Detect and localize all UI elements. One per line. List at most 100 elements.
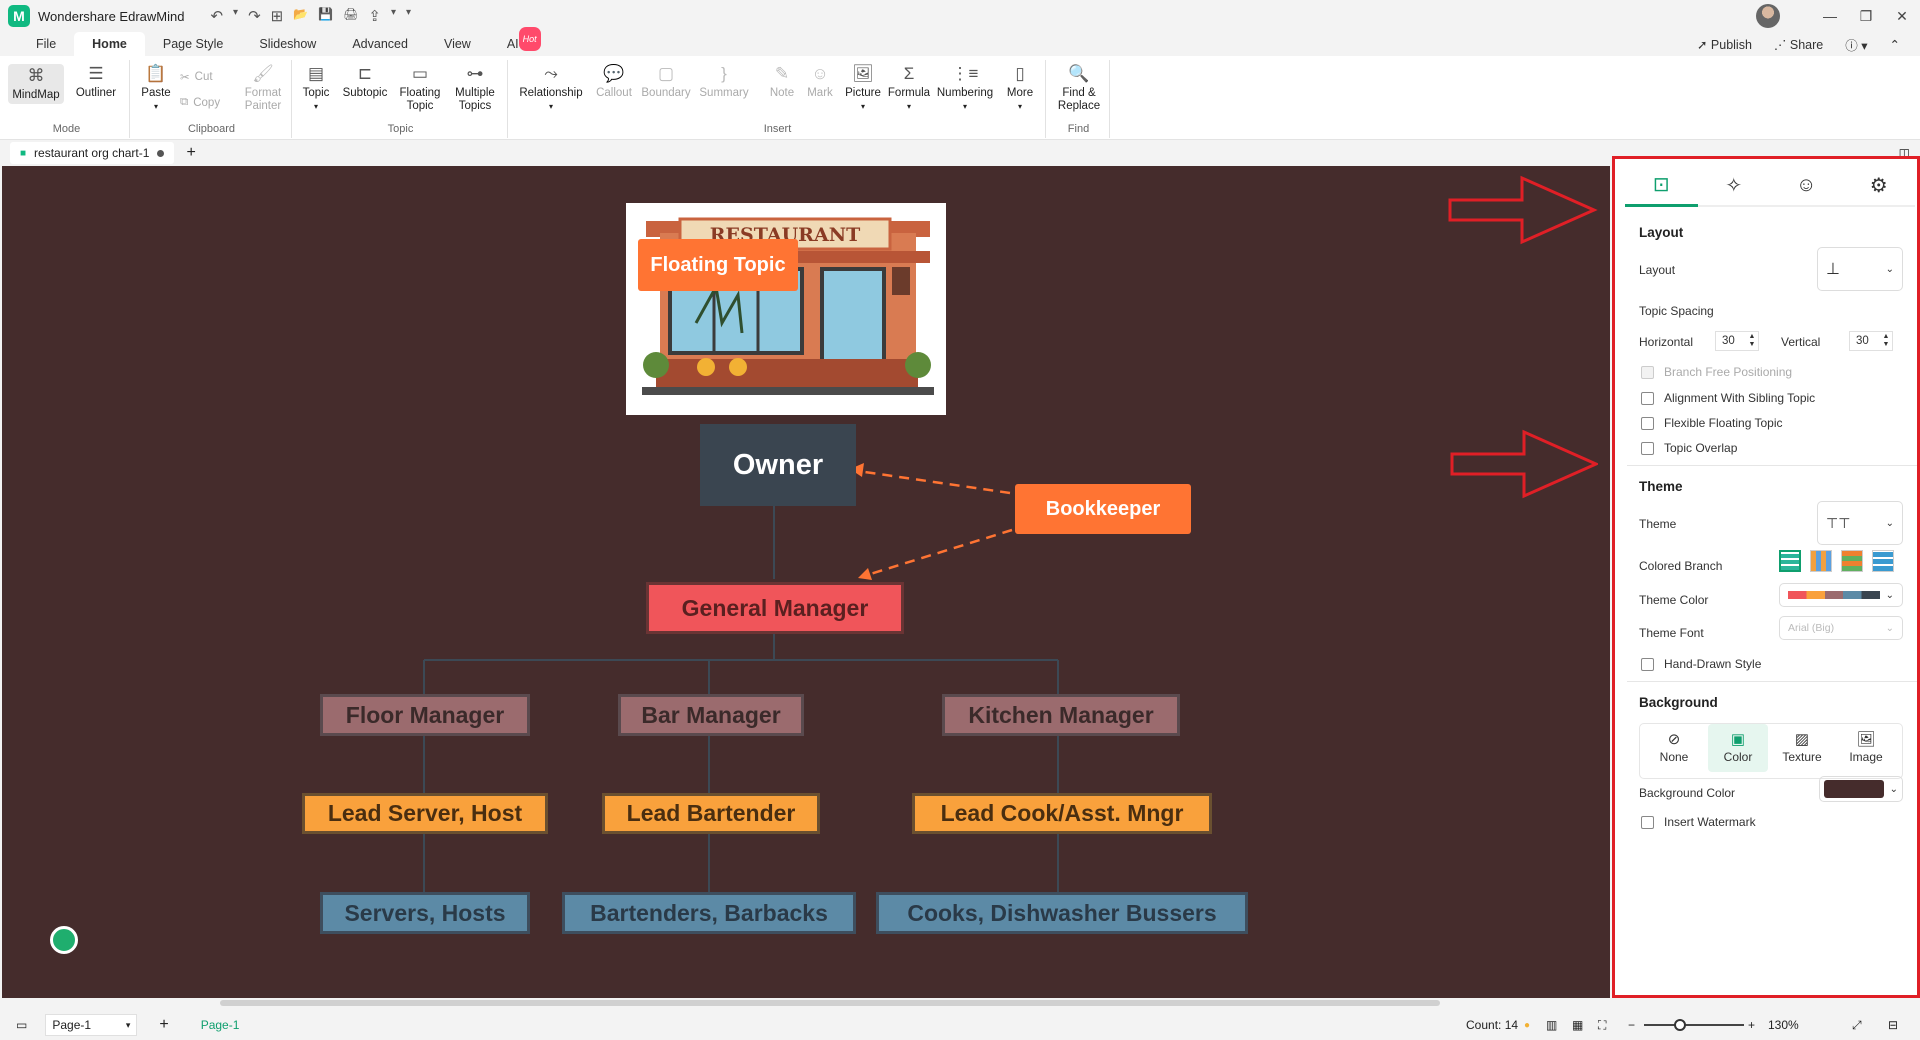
collapse-ribbon-icon[interactable]: ⌃ bbox=[1890, 37, 1900, 52]
customize-icon[interactable]: ▾ bbox=[406, 7, 411, 25]
stepper-arrows-icon[interactable]: ▲ ▼ bbox=[1880, 333, 1892, 349]
branch-option-2[interactable] bbox=[1810, 550, 1832, 572]
tab-page-style[interactable]: Page Style bbox=[145, 32, 241, 56]
restore-icon[interactable]: ❐ bbox=[1848, 8, 1884, 25]
format-painter-button[interactable]: 🖌 Format Painter bbox=[240, 64, 286, 113]
page-tab[interactable]: Page-1 bbox=[201, 1018, 240, 1032]
summary-button[interactable]: } Summary bbox=[696, 64, 752, 100]
note-button[interactable]: ✎ Note bbox=[764, 64, 800, 100]
redo-icon[interactable]: ↷ bbox=[248, 7, 261, 25]
zoom-in-button[interactable]: + bbox=[1748, 1018, 1755, 1032]
branch-free-checkbox[interactable]: Branch Free Positioning bbox=[1641, 365, 1792, 379]
page-select[interactable]: Page-1 ▾ bbox=[45, 1014, 138, 1036]
fit-view-icon[interactable]: ⛶ bbox=[1598, 1018, 1606, 1033]
help-button[interactable]: ⓘ ?▾ bbox=[1845, 35, 1867, 54]
share-button[interactable]: ⋰ Share bbox=[1774, 37, 1823, 52]
floating-topic-button[interactable]: ▭ Floating Topic bbox=[396, 64, 444, 113]
callout-button[interactable]: 💬 Callout bbox=[592, 64, 636, 100]
bg-color-option[interactable]: ▣ Color bbox=[1708, 724, 1768, 772]
open-icon[interactable]: 📂 bbox=[293, 7, 308, 25]
stepper-arrows-icon[interactable]: ▲ ▼ bbox=[1746, 333, 1758, 349]
branch-option-3[interactable] bbox=[1841, 550, 1863, 572]
mindmap-button[interactable]: ⌘ MindMap bbox=[8, 64, 64, 104]
publish-button[interactable]: ➚ Publish bbox=[1697, 37, 1752, 52]
bg-texture-option[interactable]: ▨ Texture bbox=[1772, 724, 1832, 772]
lead-cook-node[interactable]: Lead Cook/Asst. Mngr bbox=[912, 793, 1212, 834]
lead-server-node[interactable]: Lead Server, Host bbox=[302, 793, 548, 834]
horizontal-scrollbar[interactable] bbox=[220, 1000, 1440, 1006]
document-tab[interactable]: ■ restaurant org chart-1 bbox=[10, 142, 175, 164]
user-avatar[interactable] bbox=[1756, 4, 1780, 28]
watermark-checkbox[interactable]: Insert Watermark bbox=[1641, 815, 1756, 829]
export-icon[interactable]: ⇪ bbox=[368, 7, 381, 25]
view-mode-2-icon[interactable]: ▦ bbox=[1572, 1018, 1583, 1032]
tab-slideshow[interactable]: Slideshow bbox=[241, 32, 334, 56]
bg-none-option[interactable]: ⊘ None bbox=[1644, 724, 1704, 772]
tab-view[interactable]: View bbox=[426, 32, 489, 56]
add-page-button[interactable]: + bbox=[159, 1016, 168, 1034]
settings-tab-icon[interactable]: ⚙ bbox=[1842, 165, 1915, 207]
branch-option-4[interactable] bbox=[1872, 550, 1894, 572]
export-dropdown-icon[interactable]: ▾ bbox=[391, 7, 396, 25]
paste-button[interactable]: 📋 Paste ▾ bbox=[138, 64, 174, 113]
theme-color-dropdown[interactable]: ⌄ bbox=[1779, 583, 1903, 607]
horizontal-spacing-input[interactable]: 30 ▲ ▼ bbox=[1715, 331, 1759, 351]
tab-file[interactable]: File bbox=[18, 32, 74, 56]
floating-topic-node[interactable]: Floating Topic bbox=[638, 239, 798, 291]
cut-button[interactable]: ✂ Cut bbox=[180, 70, 213, 84]
copy-button[interactable]: ⧉ Copy bbox=[180, 96, 220, 109]
vertical-spacing-input[interactable]: 30 ▲ ▼ bbox=[1849, 331, 1893, 351]
lead-bartender-node[interactable]: Lead Bartender bbox=[602, 793, 820, 834]
close-icon[interactable]: ✕ bbox=[1884, 8, 1920, 25]
assistant-bot-icon[interactable] bbox=[50, 926, 78, 954]
subtopic-button[interactable]: ⊏ Subtopic bbox=[340, 64, 390, 100]
mark-button[interactable]: ☺ Mark bbox=[802, 64, 838, 100]
zoom-out-button[interactable]: − bbox=[1628, 1018, 1635, 1032]
topic-overlap-checkbox[interactable]: Topic Overlap bbox=[1641, 441, 1737, 455]
save-icon[interactable]: 💾 bbox=[318, 7, 333, 25]
bookkeeper-node[interactable]: Bookkeeper bbox=[1015, 484, 1191, 534]
zoom-slider-thumb[interactable] bbox=[1674, 1019, 1686, 1031]
view-mode-1-icon[interactable]: ▥ bbox=[1546, 1018, 1557, 1032]
tab-ai[interactable]: AI Hot bbox=[489, 27, 559, 56]
alignment-checkbox[interactable]: Alignment With Sibling Topic bbox=[1641, 391, 1815, 405]
undo-dropdown-icon[interactable]: ▾ bbox=[233, 7, 238, 25]
mark-tab-icon[interactable]: ☺ bbox=[1770, 165, 1843, 207]
branch-option-1[interactable] bbox=[1779, 550, 1801, 572]
zoom-slider[interactable] bbox=[1644, 1019, 1744, 1031]
new-icon[interactable]: ⊞ bbox=[271, 7, 284, 25]
restaurant-image[interactable]: RESTAURANT bbox=[626, 203, 946, 415]
panel-layout-icon[interactable]: ⊟ bbox=[1888, 1018, 1898, 1032]
print-icon[interactable]: 🖨 bbox=[343, 7, 358, 25]
find-replace-button[interactable]: 🔍 Find & Replace bbox=[1054, 64, 1104, 113]
minimize-icon[interactable]: — bbox=[1812, 8, 1848, 24]
multiple-topics-button[interactable]: ⊶ Multiple Topics bbox=[448, 64, 502, 113]
outliner-button[interactable]: ☰ Outliner bbox=[70, 64, 122, 100]
layout-dropdown[interactable]: ⊥ ⌄ bbox=[1817, 247, 1903, 291]
relationship-button[interactable]: ⤳ Relationship ▾ bbox=[514, 64, 588, 113]
bartenders-node[interactable]: Bartenders, Barbacks bbox=[562, 892, 856, 934]
theme-dropdown[interactable]: ⊤⊤ ⌄ bbox=[1817, 501, 1903, 545]
undo-icon[interactable]: ↶ bbox=[210, 7, 223, 25]
owner-node[interactable]: Owner bbox=[700, 424, 856, 506]
style-tab-icon[interactable]: ✧ bbox=[1697, 165, 1770, 207]
cooks-node[interactable]: Cooks, Dishwasher Bussers bbox=[876, 892, 1248, 934]
picture-button[interactable]: 🖼 Picture ▾ bbox=[842, 64, 884, 113]
zoom-level[interactable]: 130% bbox=[1768, 1018, 1799, 1032]
background-color-picker[interactable]: ⌄ bbox=[1819, 776, 1903, 802]
kitchen-manager-node[interactable]: Kitchen Manager bbox=[942, 694, 1180, 736]
boundary-button[interactable]: ▢ Boundary bbox=[638, 64, 694, 100]
general-manager-node[interactable]: General Manager bbox=[646, 582, 904, 634]
numbering-button[interactable]: ⋮≡ Numbering ▾ bbox=[934, 64, 996, 113]
add-document-button[interactable]: + bbox=[186, 144, 195, 162]
flexible-floating-checkbox[interactable]: Flexible Floating Topic bbox=[1641, 416, 1783, 430]
tab-advanced[interactable]: Advanced bbox=[334, 32, 426, 56]
mindmap-canvas[interactable]: RESTAURANT Floating Topic Owner Bookkeep… bbox=[2, 166, 1610, 998]
bar-manager-node[interactable]: Bar Manager bbox=[618, 694, 804, 736]
more-button[interactable]: ▯ More ▾ bbox=[1000, 64, 1040, 113]
tab-home[interactable]: Home bbox=[74, 32, 145, 56]
fullscreen-icon[interactable]: ⤢ bbox=[1852, 1018, 1862, 1033]
topic-button[interactable]: ▤ Topic ▾ bbox=[298, 64, 334, 113]
bg-image-option[interactable]: 🖼 Image bbox=[1836, 724, 1896, 772]
hand-drawn-checkbox[interactable]: Hand-Drawn Style bbox=[1641, 657, 1761, 671]
